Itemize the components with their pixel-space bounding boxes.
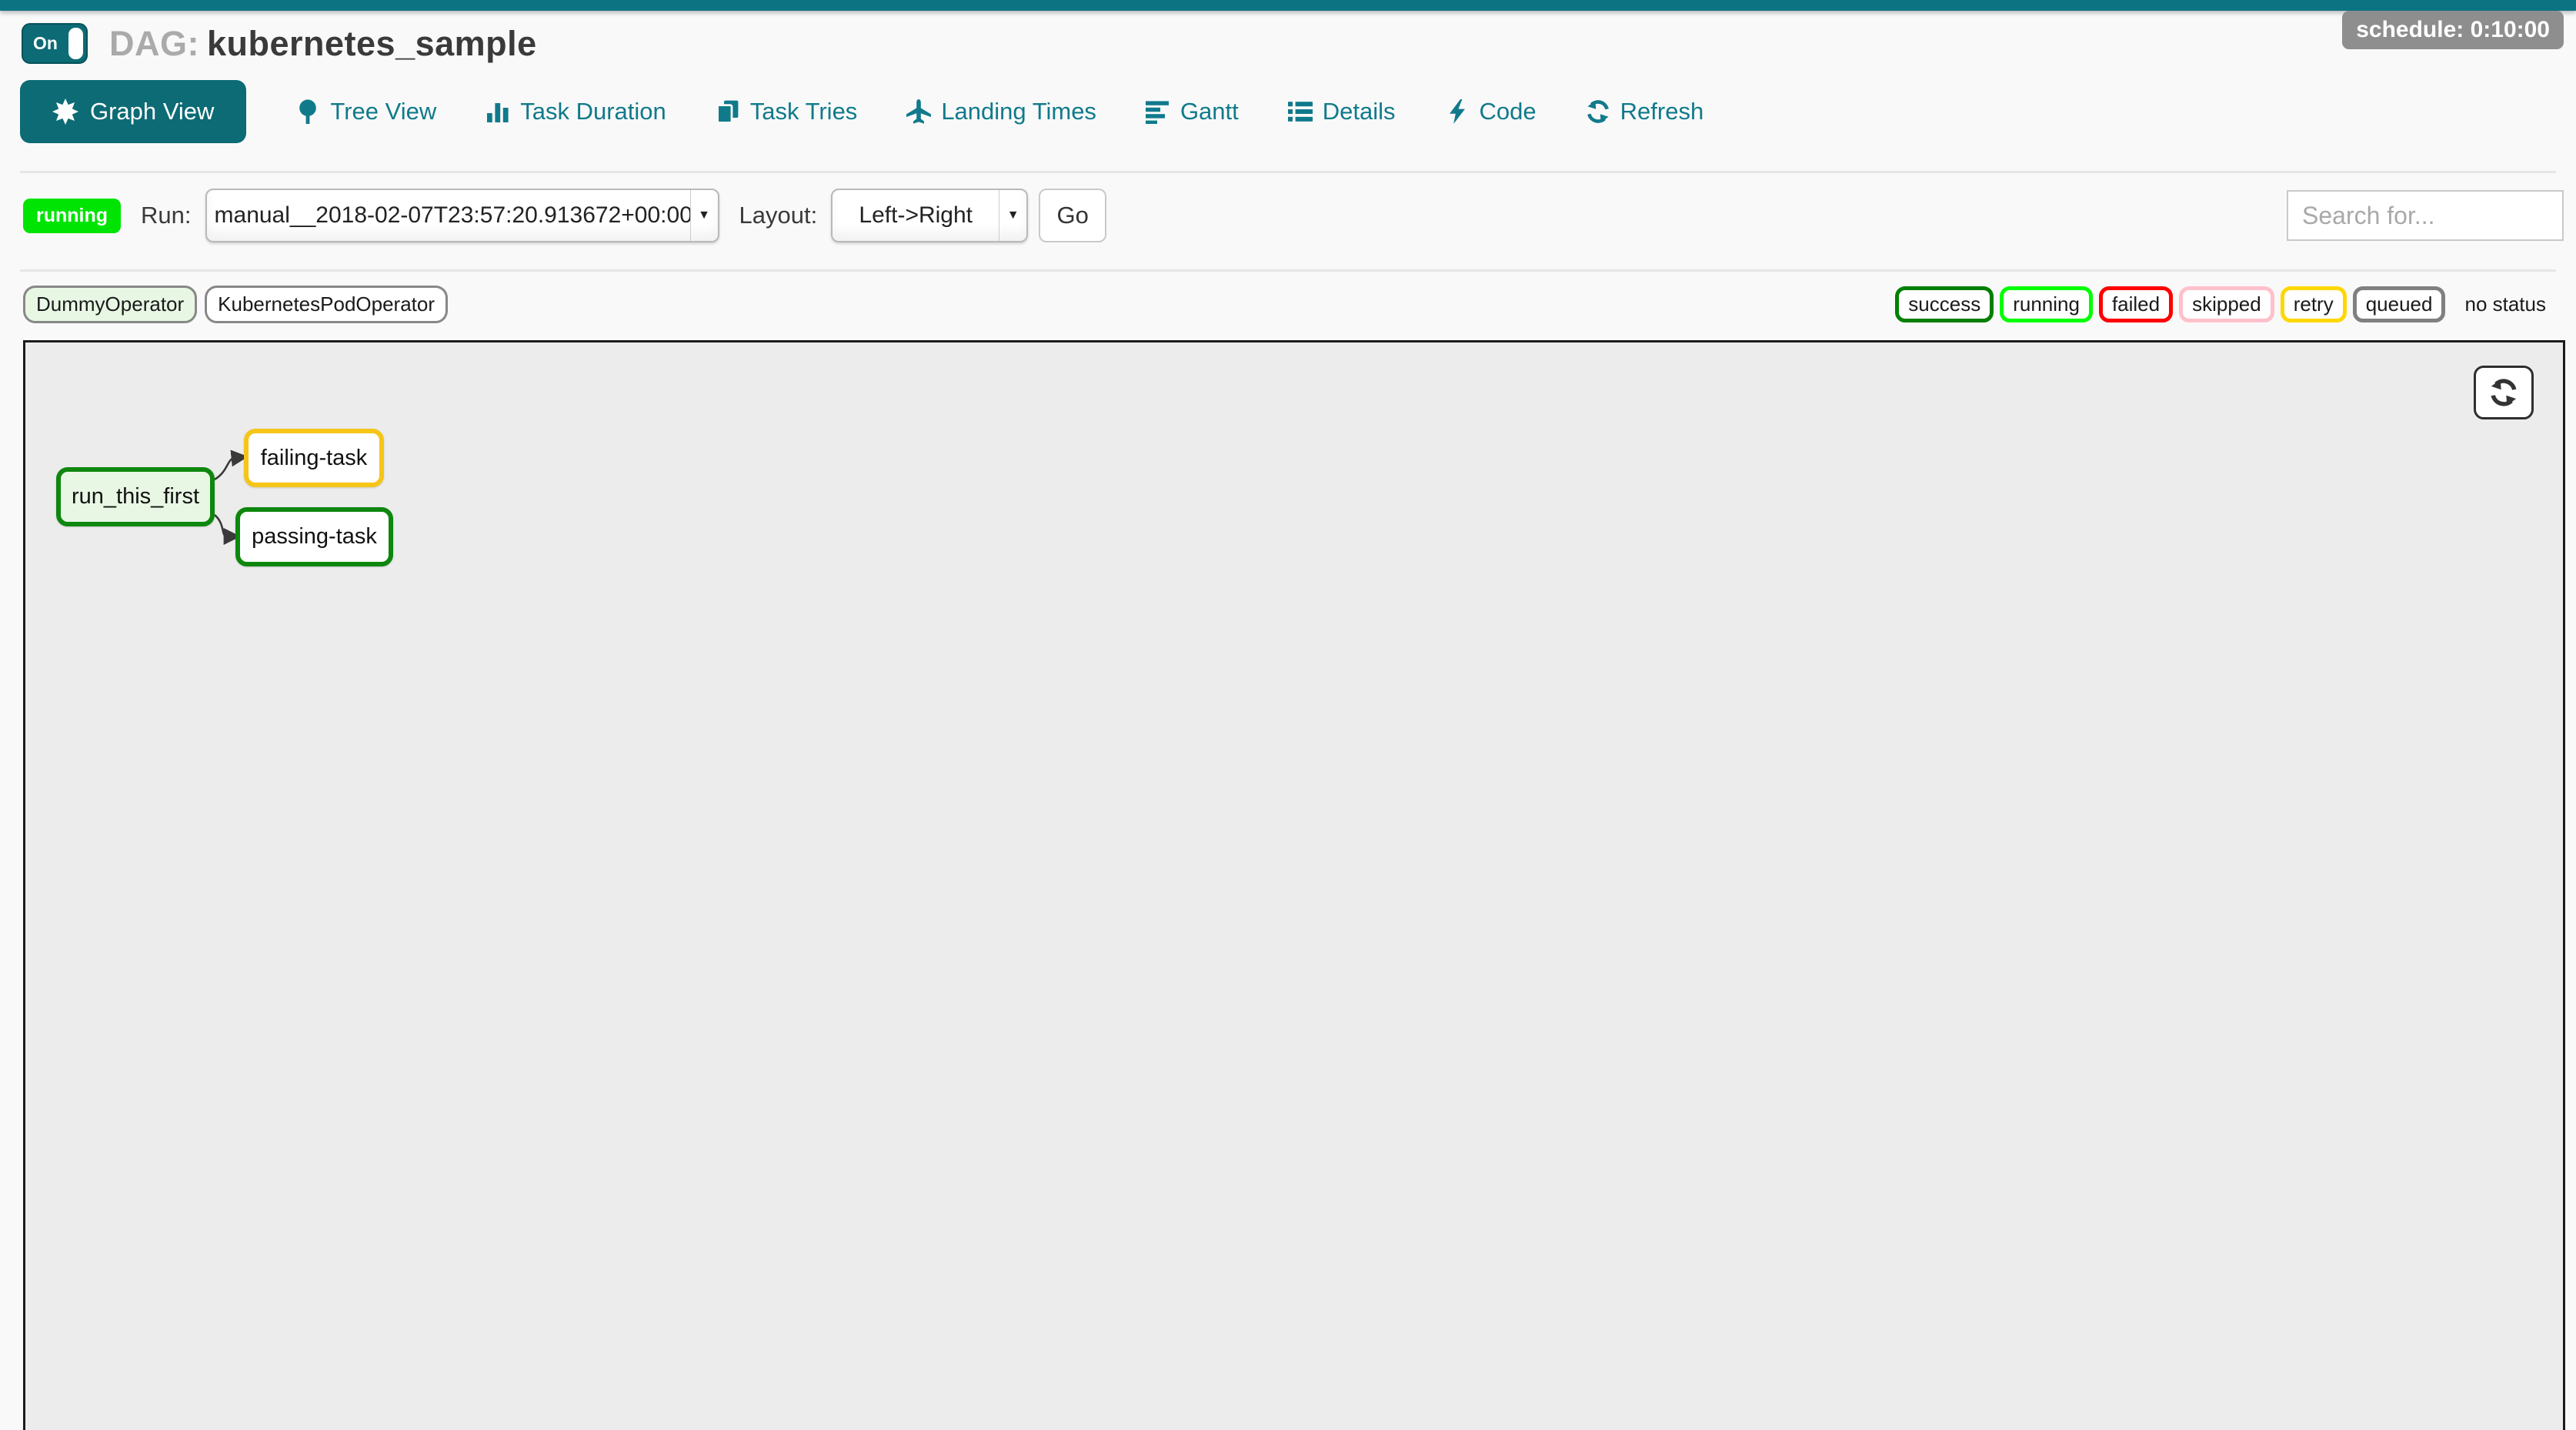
- edge-run-this-first-to-failing-task: [215, 458, 235, 479]
- align-left-icon: [1146, 99, 1170, 124]
- edge-run-this-first-to-passing-task: [215, 515, 227, 536]
- tab-label: Code: [1480, 98, 1537, 125]
- status-legend-queued[interactable]: queued: [2353, 286, 2446, 322]
- tab-graph-view[interactable]: Graph View: [20, 80, 246, 143]
- status-legend-retry[interactable]: retry: [2281, 286, 2347, 322]
- top-navbar: [0, 0, 2576, 11]
- dag-header: On DAG:kubernetes_sample: [22, 23, 2561, 64]
- run-select-value: manual__2018-02-07T23:57:20.913672+00:00: [207, 202, 690, 229]
- plane-icon: [906, 99, 931, 124]
- refresh-icon: [1586, 99, 1610, 124]
- divider: [20, 171, 2556, 173]
- schedule-badge: schedule: 0:10:00: [2342, 11, 2564, 49]
- dag-graph-canvas[interactable]: run_this_first failing-task passing-task: [23, 340, 2565, 1430]
- operator-legend-dummyoperator: DummyOperator: [23, 286, 197, 323]
- tab-tree-view[interactable]: Tree View: [295, 98, 436, 125]
- status-legend-success[interactable]: success: [1895, 286, 1994, 322]
- tab-code[interactable]: Code: [1445, 98, 1537, 125]
- bolt-icon: [1445, 99, 1470, 124]
- tab-refresh[interactable]: Refresh: [1586, 98, 1704, 125]
- layout-select-value: Left->Right: [833, 202, 999, 229]
- status-legend-failed[interactable]: failed: [2099, 286, 2173, 322]
- tab-label: Details: [1323, 98, 1396, 125]
- run-select[interactable]: manual__2018-02-07T23:57:20.913672+00:00…: [205, 189, 719, 242]
- refresh-icon: [2489, 378, 2518, 407]
- tab-label: Gantt: [1180, 98, 1239, 125]
- status-legend-running[interactable]: running: [2000, 286, 2093, 322]
- toggle-handle: [68, 28, 83, 59]
- page-title: DAG:kubernetes_sample: [109, 24, 537, 64]
- go-button[interactable]: Go: [1039, 189, 1106, 242]
- run-controls: running Run: manual__2018-02-07T23:57:20…: [23, 188, 2564, 243]
- tab-label: Task Tries: [750, 98, 858, 125]
- dag-prefix-label: DAG:: [109, 24, 199, 63]
- tab-label: Landing Times: [941, 98, 1096, 125]
- sunburst-icon: [52, 99, 78, 125]
- dag-on-off-toggle[interactable]: On: [22, 23, 88, 64]
- run-label: Run:: [141, 202, 191, 229]
- task-node-failing-task[interactable]: failing-task: [244, 429, 384, 487]
- operator-legend-kubernetespodoperator: KubernetesPodOperator: [205, 286, 448, 323]
- status-legend-no-status: no status: [2451, 286, 2559, 322]
- status-legend-skipped[interactable]: skipped: [2179, 286, 2274, 322]
- view-tabs: Graph View Tree View Task Duration Task …: [20, 80, 1703, 143]
- tab-label: Tree View: [330, 98, 436, 125]
- tree-icon: [295, 99, 320, 124]
- tab-details[interactable]: Details: [1288, 98, 1396, 125]
- dag-name: kubernetes_sample: [207, 24, 537, 63]
- task-node-run-this-first[interactable]: run_this_first: [56, 467, 215, 526]
- chevron-down-icon: ▼: [999, 190, 1026, 241]
- toggle-on-label: On: [33, 33, 58, 54]
- tab-gantt[interactable]: Gantt: [1146, 98, 1239, 125]
- tab-label: Task Duration: [520, 98, 666, 125]
- tab-label: Refresh: [1620, 98, 1704, 125]
- tab-task-duration[interactable]: Task Duration: [486, 98, 666, 125]
- search-input[interactable]: [2287, 190, 2564, 241]
- divider: [20, 269, 2556, 272]
- task-node-passing-task[interactable]: passing-task: [235, 507, 393, 566]
- graph-refresh-button[interactable]: [2474, 366, 2534, 419]
- layout-select[interactable]: Left->Right ▼: [831, 189, 1028, 242]
- legend-row: DummyOperator KubernetesPodOperator succ…: [23, 286, 2559, 322]
- copy-icon: [716, 99, 740, 124]
- run-status-badge: running: [23, 199, 121, 233]
- list-icon: [1288, 99, 1313, 124]
- tab-label: Graph View: [90, 98, 214, 125]
- tab-landing-times[interactable]: Landing Times: [906, 98, 1096, 125]
- bar-chart-icon: [486, 99, 510, 124]
- tab-task-tries[interactable]: Task Tries: [716, 98, 858, 125]
- chevron-down-icon: ▼: [690, 190, 718, 241]
- layout-label: Layout:: [739, 202, 818, 229]
